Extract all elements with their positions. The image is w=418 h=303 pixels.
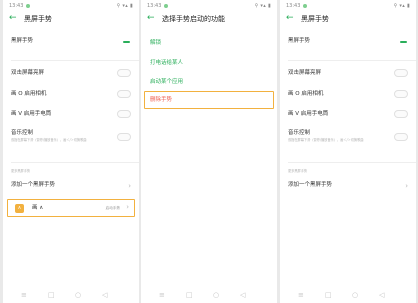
delete-gesture-option[interactable]: 删除手势 [150, 97, 172, 104]
gesture-name: 画 ∧ [32, 205, 44, 211]
master-toggle-row[interactable]: 黑屏手势 [288, 38, 408, 48]
custom-gesture-row[interactable]: ∧ 画 ∧ 启动手势 › [13, 202, 129, 214]
setting-row-draw-v[interactable]: 画 V 启用手电筒 [288, 110, 408, 121]
toggle-switch[interactable] [117, 110, 131, 118]
menu-icon[interactable]: ≡ [159, 291, 165, 300]
add-gesture-row[interactable]: 添加一个黑屏手势 › [288, 182, 408, 192]
setting-label: 音乐控制 [288, 130, 311, 136]
option-unlock[interactable]: 解锁 [150, 40, 161, 47]
chevron-right-icon: › [126, 203, 129, 211]
back-icon[interactable]: ◁ [240, 291, 245, 300]
setting-row-draw-o[interactable]: 画 O 启用相机 [288, 90, 408, 101]
back-arrow-icon[interactable]: ← [286, 13, 294, 24]
add-gesture-label: 添加一个黑屏手势 [288, 182, 333, 188]
gesture-action: 启动手势 [105, 206, 120, 210]
toggle-switch[interactable] [394, 69, 408, 77]
setting-label: 画 V 启用手电筒 [288, 111, 329, 117]
option-launch-app[interactable]: 启动某个应用 [150, 79, 183, 86]
recents-icon[interactable]: □ [48, 291, 55, 300]
nav-bar: ≡ □ ○ ◁ [3, 291, 139, 300]
master-toggle-switch[interactable] [117, 38, 131, 46]
setting-description: 双指在屏幕下滑（暂停/播放音乐），画＜/＞切换歌曲 [11, 138, 87, 142]
back-icon[interactable]: ◁ [102, 291, 107, 300]
setting-label: 画 V 启用手电筒 [11, 111, 52, 117]
status-time: 13:43 [147, 3, 162, 9]
status-time: 13:43 [286, 3, 301, 9]
home-icon[interactable]: ○ [213, 291, 219, 300]
header: ← 选择手势启动的功能 [141, 13, 277, 26]
toggle-switch[interactable] [394, 133, 408, 141]
divider [288, 60, 416, 61]
menu-icon[interactable]: ≡ [21, 291, 27, 300]
header: ← 黑屏手势 [3, 13, 139, 26]
setting-row-draw-v[interactable]: 画 V 启用手电筒 [11, 110, 131, 121]
status-bar: 13:43 ⚲ ▾▴ ▮ [145, 3, 273, 11]
setting-row-double-tap[interactable]: 双击屏幕亮屏 [11, 69, 131, 80]
menu-icon[interactable]: ≡ [298, 291, 304, 300]
master-toggle-label: 黑屏手势 [288, 38, 311, 44]
setting-row-music[interactable]: 音乐控制 双指在屏幕下滑（暂停/播放音乐），画＜/＞切换歌曲 [11, 130, 131, 150]
page-title: 黑屏手势 [301, 15, 329, 23]
add-gesture-row[interactable]: 添加一个黑屏手势 › [11, 182, 131, 192]
setting-row-double-tap[interactable]: 双击屏幕亮屏 [288, 69, 408, 80]
master-toggle-label: 黑屏手势 [11, 38, 34, 44]
toggle-switch[interactable] [394, 90, 408, 98]
phone-screen-settings-after: 13:43 ⚲ ▾▴ ▮ ← 黑屏手势 黑屏手势 双击屏幕亮屏 画 O 启用相机… [280, 0, 416, 303]
toggle-switch[interactable] [117, 133, 131, 141]
back-arrow-icon[interactable]: ← [147, 13, 155, 24]
header: ← 黑屏手势 [280, 13, 416, 26]
gesture-badge-icon: ∧ [15, 204, 24, 213]
chevron-right-icon: › [405, 182, 408, 190]
master-toggle-row[interactable]: 黑屏手势 [11, 38, 131, 48]
divider [288, 162, 416, 163]
divider [11, 60, 139, 61]
phone-screen-chooser: 13:43 ⚲ ▾▴ ▮ ← 选择手势启动的功能 解锁 打电话给某人 启动某个应… [141, 0, 277, 303]
option-call-someone[interactable]: 打电话给某人 [150, 60, 183, 67]
notification-dot-icon [164, 4, 168, 8]
chevron-right-icon: › [128, 182, 131, 190]
setting-label: 双击屏幕亮屏 [288, 70, 322, 76]
status-bar: 13:43 ⚲ ▾▴ ▮ [7, 3, 135, 11]
setting-label: 画 O 启用相机 [11, 91, 47, 97]
add-gesture-label: 添加一个黑屏手势 [11, 182, 56, 188]
toggle-switch[interactable] [117, 90, 131, 98]
setting-label: 音乐控制 [11, 130, 34, 136]
setting-row-music[interactable]: 音乐控制 双指在屏幕下滑（暂停/播放音乐），画＜/＞切换歌曲 [288, 130, 408, 150]
section-label: 更多黑屏手势 [11, 169, 31, 173]
setting-description: 双指在屏幕下滑（暂停/播放音乐），画＜/＞切换歌曲 [288, 138, 364, 142]
master-toggle-switch[interactable] [394, 38, 408, 46]
status-time: 13:43 [9, 3, 24, 9]
recents-icon[interactable]: □ [325, 291, 332, 300]
status-icons: ⚲ ▾▴ ▮ [116, 3, 133, 9]
setting-label: 画 O 启用相机 [288, 91, 324, 97]
notification-dot-icon [303, 4, 307, 8]
stage: 13:43 ⚲ ▾▴ ▮ ← 黑屏手势 黑屏手势 双击屏幕亮屏 画 O 启用相机… [0, 0, 418, 303]
page-title: 黑屏手势 [24, 15, 52, 23]
section-label: 更多黑屏手势 [288, 169, 308, 173]
notification-dot-icon [26, 4, 30, 8]
setting-label: 双击屏幕亮屏 [11, 70, 45, 76]
home-icon[interactable]: ○ [75, 291, 81, 300]
toggle-switch[interactable] [394, 110, 408, 118]
home-icon[interactable]: ○ [352, 291, 358, 300]
status-icons: ⚲ ▾▴ ▮ [254, 3, 271, 9]
phone-screen-settings: 13:43 ⚲ ▾▴ ▮ ← 黑屏手势 黑屏手势 双击屏幕亮屏 画 O 启用相机… [3, 0, 139, 303]
page-title: 选择手势启动的功能 [162, 15, 225, 23]
setting-row-draw-o[interactable]: 画 O 启用相机 [11, 90, 131, 101]
nav-bar: ≡ □ ○ ◁ [141, 291, 277, 300]
status-icons: ⚲ ▾▴ ▮ [393, 3, 410, 9]
toggle-switch[interactable] [117, 69, 131, 77]
back-icon[interactable]: ◁ [379, 291, 384, 300]
divider [11, 162, 139, 163]
status-bar: 13:43 ⚲ ▾▴ ▮ [284, 3, 412, 11]
recents-icon[interactable]: □ [186, 291, 193, 300]
back-arrow-icon[interactable]: ← [9, 13, 17, 24]
nav-bar: ≡ □ ○ ◁ [280, 291, 416, 300]
